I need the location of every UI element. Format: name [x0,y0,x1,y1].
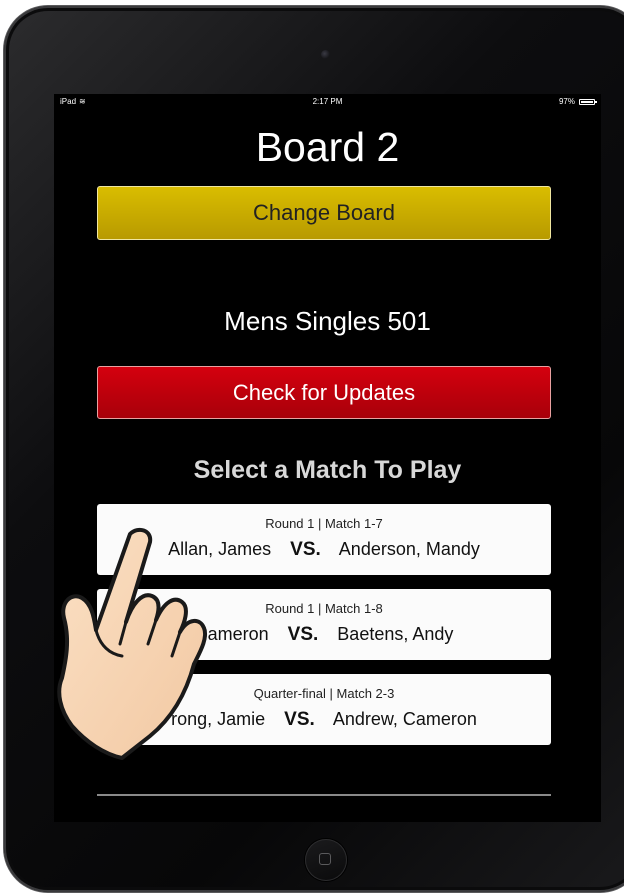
vs-label: VS. [287,624,319,645]
player-two: Baetens, Andy [337,624,454,644]
vs-label: VS. [284,709,315,730]
player-two: Anderson, Mandy [338,539,480,559]
check-updates-button[interactable]: Check for Updates [97,366,551,419]
status-bar: iPad ≋ 2:17 PM 97% [54,94,601,110]
battery-icon [579,98,597,105]
battery-percent: 97% [558,97,575,106]
check-updates-label: Check for Updates [232,379,416,405]
select-match-heading: Select a Match To Play [193,456,462,484]
front-camera-icon [321,50,330,59]
tap-hand-icon [57,527,207,760]
change-board-label: Change Board [253,200,395,225]
vs-label: VS. [290,539,321,560]
board-title: Board 2 [255,124,400,170]
status-time: 2:17 PM [312,97,343,106]
event-title: Mens Singles 501 [224,306,431,336]
player-two: Andrew, Cameron [332,709,477,729]
home-button-icon[interactable] [305,839,347,881]
change-board-button[interactable]: Change Board [97,186,551,240]
divider [97,794,551,796]
